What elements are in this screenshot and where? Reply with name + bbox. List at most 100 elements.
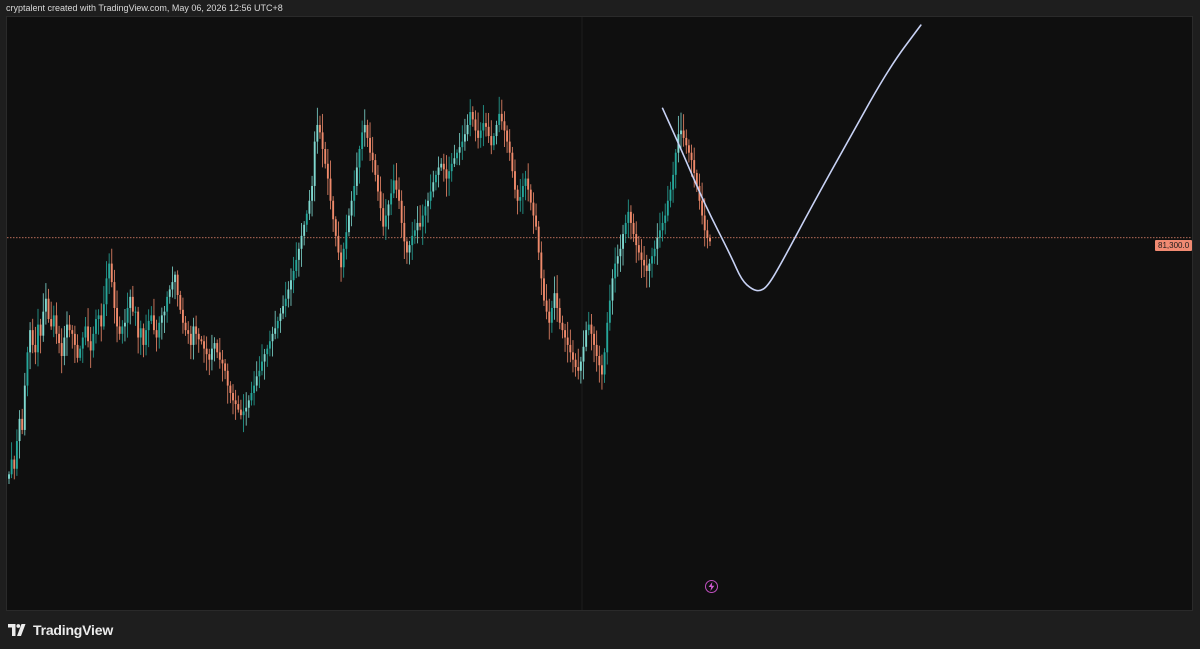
candle — [187, 321, 190, 344]
candle — [242, 394, 245, 433]
candle-body — [326, 163, 329, 179]
candle — [68, 315, 71, 338]
candle-body — [471, 112, 474, 120]
candle-body — [369, 137, 371, 153]
candle — [479, 122, 482, 148]
candle — [263, 348, 266, 380]
candle-body — [411, 235, 414, 246]
candle — [15, 429, 18, 476]
candle — [342, 242, 345, 278]
candle — [514, 159, 516, 199]
candle — [392, 164, 395, 199]
candle — [495, 120, 498, 145]
candle-body — [587, 324, 590, 331]
candle-body — [340, 252, 343, 268]
candle — [656, 223, 659, 265]
candle-body — [690, 152, 693, 161]
lightning-icon[interactable] — [705, 580, 718, 593]
candle-body — [34, 344, 37, 353]
candle — [245, 392, 248, 426]
candle-body — [574, 359, 577, 368]
candle-body — [10, 459, 13, 475]
candle-body — [598, 356, 601, 366]
candle — [687, 139, 690, 163]
candle — [92, 326, 95, 358]
candle-body — [250, 392, 253, 401]
candle — [287, 281, 290, 308]
candle — [550, 300, 553, 333]
candle-body — [26, 352, 29, 386]
candle-body — [572, 352, 574, 360]
candle — [598, 345, 601, 383]
candle — [60, 328, 63, 374]
candle-body — [160, 315, 163, 323]
candle — [653, 240, 656, 264]
candle-body — [44, 298, 47, 312]
candle-body — [593, 333, 595, 345]
candle — [432, 170, 435, 198]
candle-body — [142, 328, 145, 345]
candle-body — [579, 361, 582, 371]
candle-body — [648, 263, 651, 271]
candle-body — [189, 333, 192, 345]
candle-body — [253, 385, 256, 393]
candle — [89, 327, 92, 368]
candle-body — [535, 215, 538, 227]
candle — [363, 109, 366, 147]
candle-body — [195, 326, 198, 334]
candle — [42, 293, 45, 342]
candle-body — [290, 280, 292, 290]
candle — [640, 239, 643, 279]
candle — [232, 384, 234, 415]
candle — [261, 344, 263, 376]
candle-body — [97, 315, 100, 320]
candle — [66, 311, 68, 356]
candle — [84, 316, 87, 346]
candle-body — [134, 311, 137, 313]
candle-body — [429, 191, 432, 201]
candle — [284, 281, 287, 318]
candle — [21, 408, 24, 435]
candle — [635, 221, 638, 263]
candle-body — [237, 404, 240, 410]
candle — [113, 269, 116, 324]
candle-body — [52, 315, 55, 327]
candle-body — [601, 365, 603, 375]
candle — [142, 323, 145, 358]
candle-body — [485, 123, 487, 127]
candle-body — [392, 180, 395, 194]
candle-body — [319, 124, 321, 133]
candle — [29, 322, 32, 370]
candle-body — [282, 306, 285, 314]
candle-body — [527, 178, 530, 190]
candle — [485, 112, 487, 137]
candle — [532, 192, 535, 234]
chart-area[interactable]: 81,300.0 — [6, 16, 1193, 611]
candle — [674, 149, 677, 189]
candle-body — [687, 145, 690, 153]
candle — [326, 148, 329, 195]
candle — [73, 325, 76, 364]
candle — [205, 336, 208, 371]
candle — [408, 240, 411, 265]
candle — [108, 253, 111, 295]
price-chart[interactable] — [7, 17, 1192, 610]
tradingview-logo[interactable]: TradingView — [8, 622, 113, 638]
candle-body — [492, 136, 495, 146]
candle-body — [395, 180, 398, 190]
candle-body — [477, 130, 480, 138]
candle-body — [348, 215, 350, 233]
candle — [601, 354, 603, 390]
candle — [210, 334, 213, 371]
candle — [37, 308, 39, 367]
candle-body — [171, 282, 174, 290]
candle-body — [124, 322, 126, 327]
candle — [13, 455, 16, 480]
candle-body — [643, 259, 646, 266]
candle — [268, 330, 271, 357]
candle-body — [384, 215, 387, 227]
candle — [382, 193, 385, 236]
projection-drawing[interactable] — [661, 24, 922, 292]
candle — [572, 340, 574, 373]
candle-body — [680, 130, 682, 135]
